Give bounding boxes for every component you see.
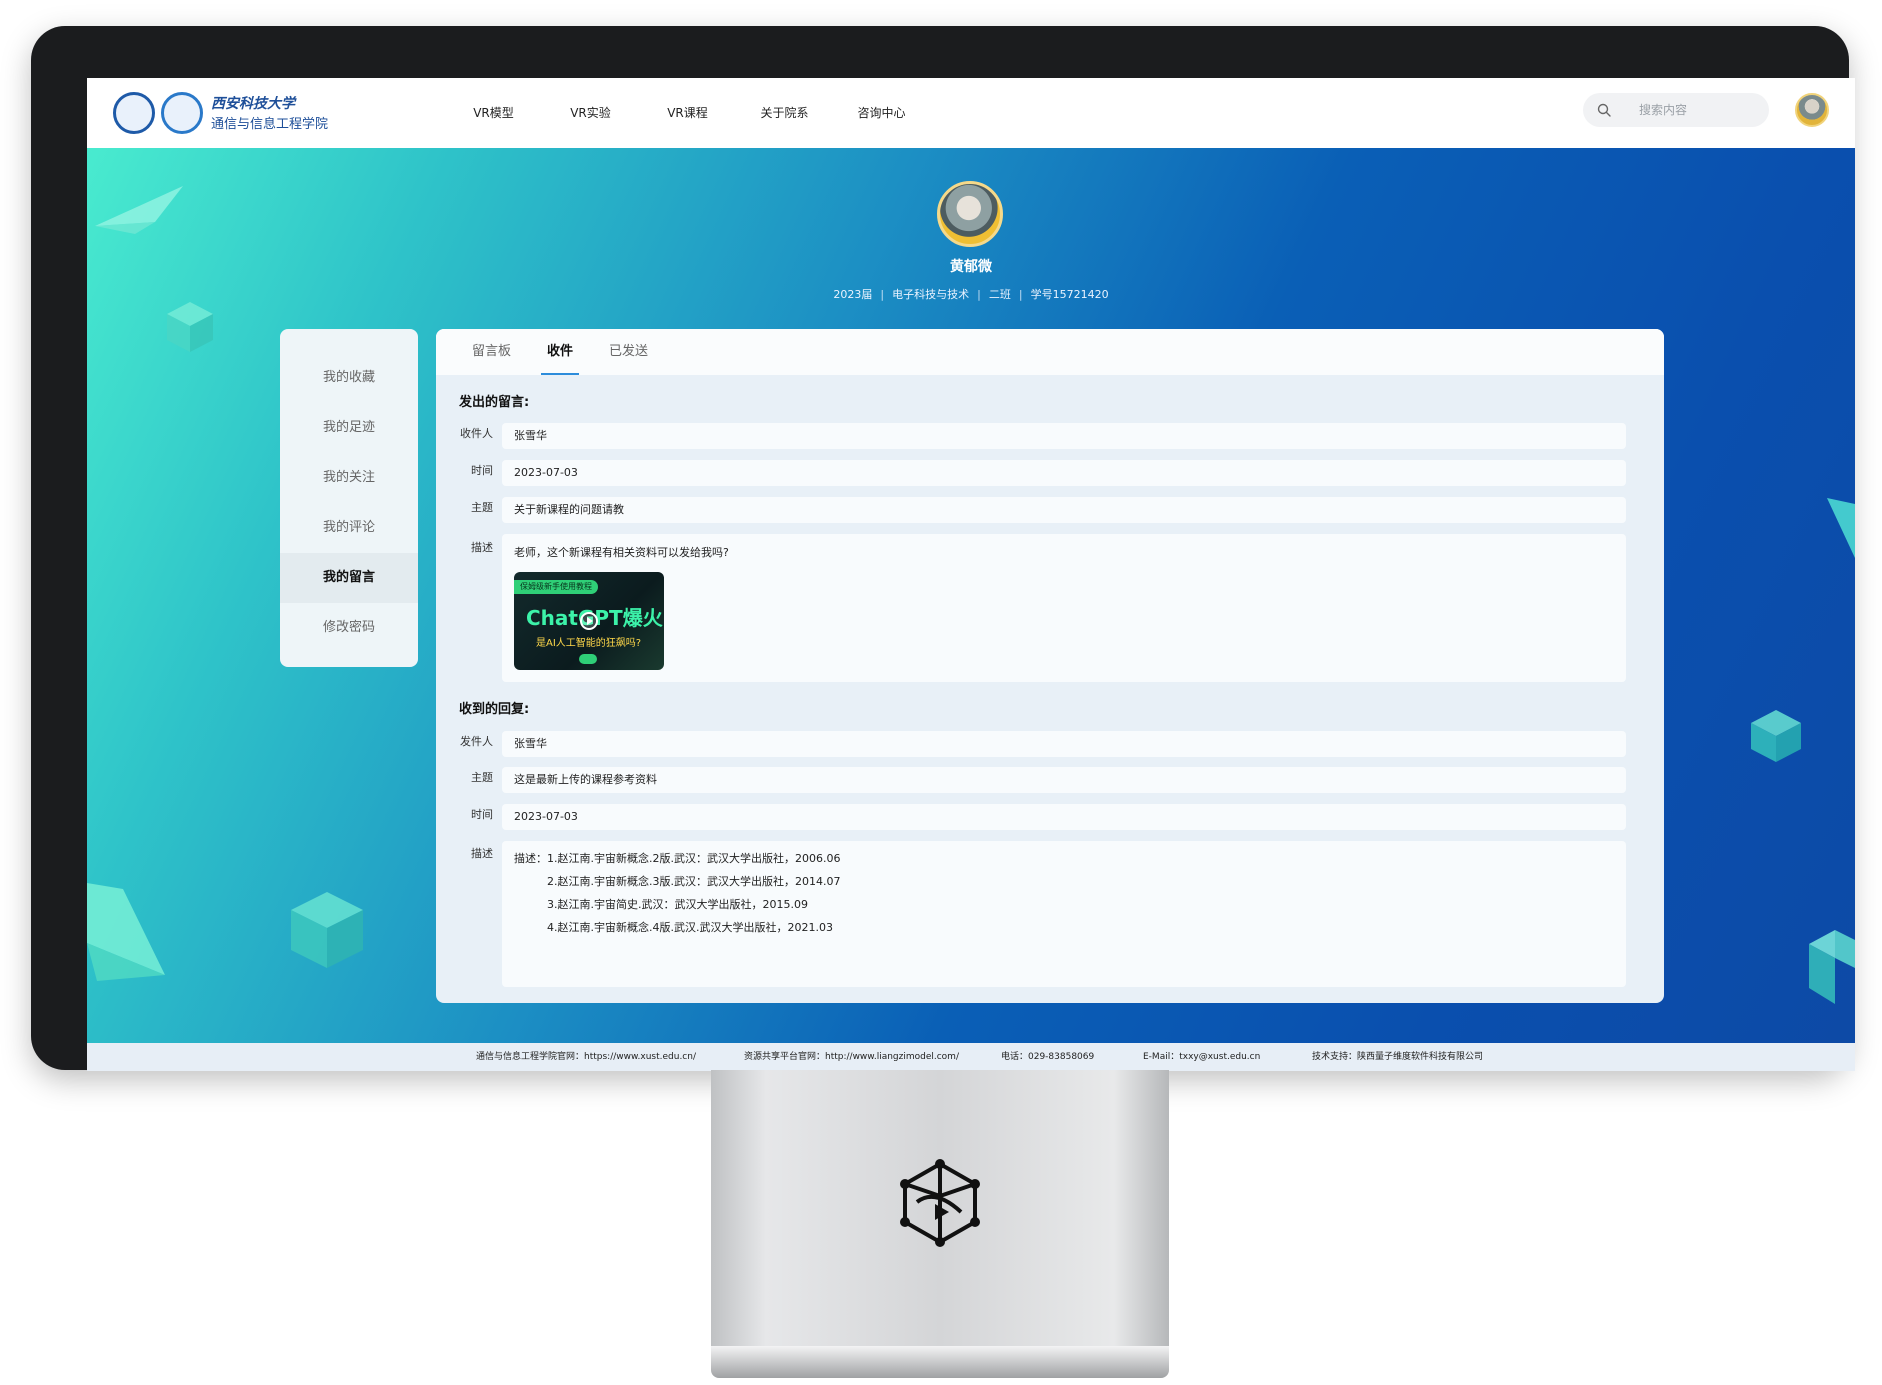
monitor-frame: 西安科技大学 通信与信息工程学院 VR模型 VR实验 VR课程 关于院系 咨询中… xyxy=(31,26,1855,1071)
message-tabs: 留言板 收件 已发送 xyxy=(436,329,1664,375)
sender-field: 张雪华 xyxy=(502,731,1626,757)
side-item-change-password[interactable]: 修改密码 xyxy=(280,603,418,653)
brand-logo-icon xyxy=(900,1159,980,1247)
reply-section-title: 收到的回复: xyxy=(459,702,530,717)
nav-consult-center[interactable]: 咨询中心 xyxy=(833,78,930,148)
cube-decoration-icon xyxy=(167,302,213,352)
reply-desc-line: 描述：1.赵江南.宇宙新概念.2版.武汉：武汉大学出版社，2006.06 xyxy=(514,852,841,865)
reply-desc-line: 2.赵江南.宇宙新概念.3版.武汉：武汉大学出版社，2014.07 xyxy=(547,875,841,888)
footer-resource-site-link[interactable]: 资源共享平台官网：http://www.liangzimodel.com/ xyxy=(744,1043,959,1071)
thumbnail-badge xyxy=(579,654,597,664)
message-panel: 留言板 收件 已发送 发出的留言: 收件人 张雪华 时间 2023-07-03 … xyxy=(436,329,1664,1003)
profile-name: 黄郁微 xyxy=(950,259,992,275)
footer-support: 技术支持：陕西量子维度软件科技有限公司 xyxy=(1312,1052,1484,1062)
side-item-history[interactable]: 我的足迹 xyxy=(280,403,418,453)
nav-about-department[interactable]: 关于院系 xyxy=(736,78,833,148)
reply-desc-label: 描述 xyxy=(471,847,493,860)
reply-subject-field: 这是最新上传的课程参考资料 xyxy=(502,767,1626,793)
crystal-decoration-icon xyxy=(1827,498,1855,558)
recipient-field: 张雪华 xyxy=(502,423,1626,449)
profile-class: 二班 xyxy=(988,288,1011,301)
main-nav: VR模型 VR实验 VR课程 关于院系 咨询中心 xyxy=(445,78,930,148)
crystal-decoration-icon xyxy=(87,883,165,981)
sent-subject-label: 主题 xyxy=(471,501,493,514)
play-icon[interactable] xyxy=(580,612,598,630)
cube-decoration-icon xyxy=(1809,930,1855,1004)
recipient-label: 收件人 xyxy=(460,427,493,440)
reply-subject-label: 主题 xyxy=(471,771,493,784)
sent-desc-label: 描述 xyxy=(471,541,493,554)
top-header: 西安科技大学 通信与信息工程学院 VR模型 VR实验 VR课程 关于院系 咨询中… xyxy=(87,78,1855,148)
side-item-following[interactable]: 我的关注 xyxy=(280,453,418,503)
profile-hero: 黄郁微 2023届 | 电子科技与技术 | 二班 | 学号15721420 我的收藏 我的足… xyxy=(87,148,1855,1043)
side-item-favorites[interactable]: 我的收藏 xyxy=(280,353,418,403)
thumbnail-subtitle: 是AI人工智能的狂飙吗? xyxy=(536,638,642,649)
tab-message-board[interactable]: 留言板 xyxy=(454,329,529,375)
reply-time-label: 时间 xyxy=(471,808,493,821)
sent-time-field: 2023-07-03 xyxy=(502,460,1626,486)
school-name: 西安科技大学 xyxy=(211,96,295,112)
side-menu: 我的收藏 我的足迹 我的关注 我的评论 我的留言 修改密码 xyxy=(280,329,418,667)
cube-decoration-icon xyxy=(291,892,363,968)
reply-desc-line: 4.赵江南.宇宙新概念.4版.武汉.武汉大学出版社，2021.03 xyxy=(547,921,833,934)
profile-grade: 2023届 xyxy=(833,288,873,301)
cube-decoration-icon xyxy=(1751,710,1801,762)
college-logo[interactable]: 西安科技大学 通信与信息工程学院 xyxy=(113,91,328,135)
profile-major: 电子科技与技术 xyxy=(892,288,970,301)
reply-time-field: 2023-07-03 xyxy=(502,804,1626,830)
sent-desc-field: 老师，这个新课程有相关资料可以发给我吗? 保姆级新手使用教程 ChatGPT爆火… xyxy=(502,534,1626,682)
tab-sent[interactable]: 已发送 xyxy=(591,329,666,375)
nav-vr-models[interactable]: VR模型 xyxy=(445,78,542,148)
user-avatar[interactable] xyxy=(1795,93,1829,127)
footer-email[interactable]: E-Mail：txxy@xust.edu.cn xyxy=(1143,1043,1260,1071)
nav-vr-courses[interactable]: VR课程 xyxy=(639,78,736,148)
college-emblem-icon xyxy=(161,92,203,134)
side-item-messages[interactable]: 我的留言 xyxy=(280,553,418,603)
sent-section-title: 发出的留言: xyxy=(459,395,530,410)
profile-avatar[interactable] xyxy=(937,181,1003,247)
sent-subject-field: 关于新课程的问题请教 xyxy=(502,497,1626,523)
search-box[interactable] xyxy=(1583,93,1769,127)
search-icon[interactable] xyxy=(1597,103,1611,117)
monitor-stand-base xyxy=(711,1346,1169,1378)
footer-phone: 电话：029-83858069 xyxy=(1001,1052,1095,1062)
college-name: 通信与信息工程学院 xyxy=(211,117,329,132)
nav-vr-experiments[interactable]: VR实验 xyxy=(542,78,639,148)
sender-label: 发件人 xyxy=(460,735,493,748)
profile-student-id: 学号15721420 xyxy=(1030,288,1109,301)
sent-desc-text: 老师，这个新课程有相关资料可以发给我吗? xyxy=(514,546,729,559)
paper-plane-decoration-icon xyxy=(95,186,183,234)
reply-desc-line: 3.赵江南.宇宙简史.武汉：武汉大学出版社，2015.09 xyxy=(547,898,808,911)
reply-desc-field: 描述：1.赵江南.宇宙新概念.2版.武汉：武汉大学出版社，2006.06 2.赵… xyxy=(502,841,1626,987)
video-attachment-thumbnail[interactable]: 保姆级新手使用教程 ChatGPT爆火 是AI人工智能的狂飙吗? xyxy=(514,572,664,670)
footer-college-site-link[interactable]: 通信与信息工程学院官网：https://www.xust.edu.cn/ xyxy=(476,1043,696,1071)
side-item-comments[interactable]: 我的评论 xyxy=(280,503,418,553)
search-input[interactable] xyxy=(1639,93,1759,127)
thumbnail-tag: 保姆级新手使用教程 xyxy=(514,580,598,594)
university-emblem-icon xyxy=(113,92,155,134)
screen: 西安科技大学 通信与信息工程学院 VR模型 VR实验 VR课程 关于院系 咨询中… xyxy=(87,78,1855,1071)
sent-time-label: 时间 xyxy=(471,464,493,477)
profile-meta: 2023届 | 电子科技与技术 | 二班 | 学号15721420 xyxy=(833,288,1109,301)
page-footer: 通信与信息工程学院官网：https://www.xust.edu.cn/ 资源共… xyxy=(87,1043,1855,1071)
tab-inbox[interactable]: 收件 xyxy=(529,329,591,375)
